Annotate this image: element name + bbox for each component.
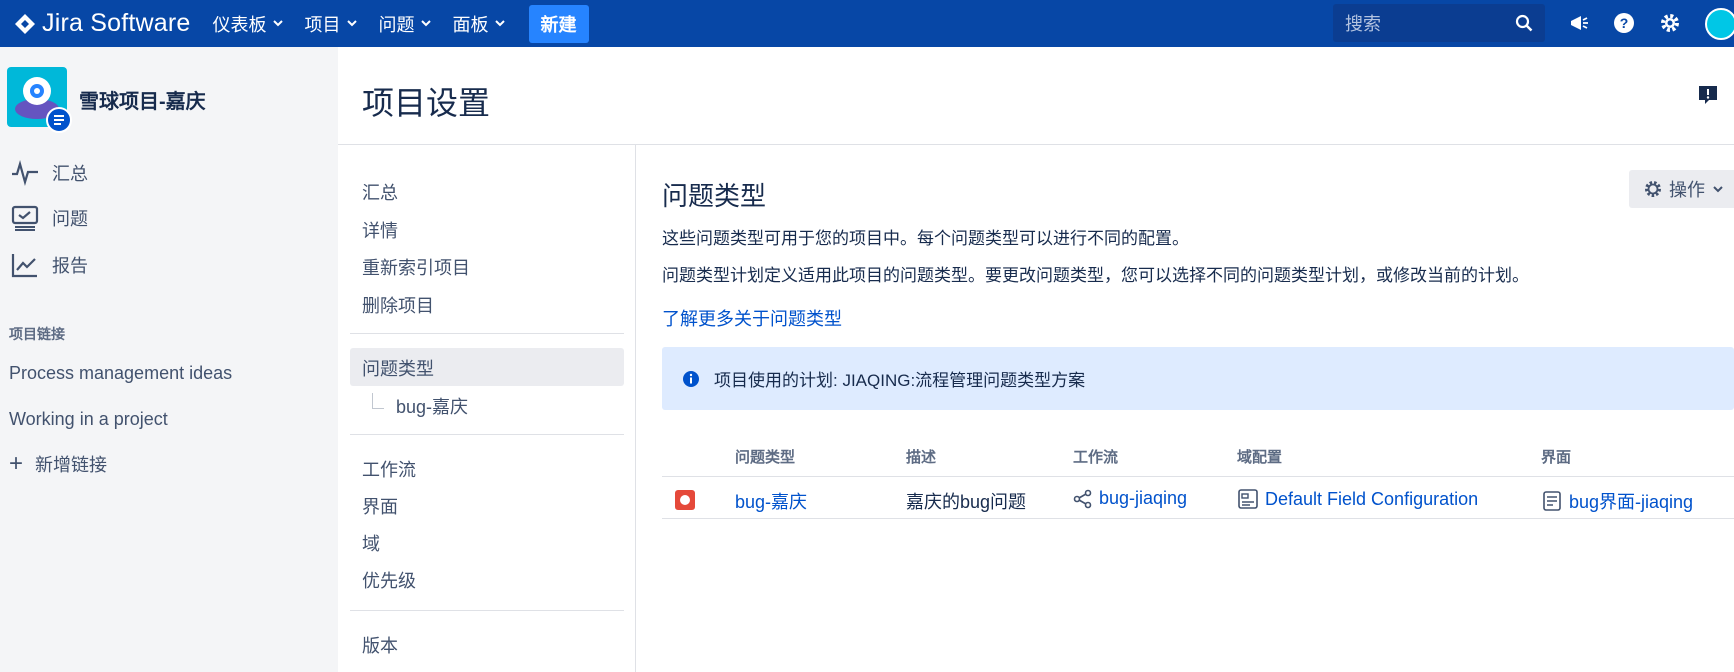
actions-label: 操作 (1669, 180, 1705, 200)
sidebar-item-label: 汇总 (52, 164, 88, 184)
table-header-divider (662, 476, 1734, 477)
info-icon (683, 370, 699, 387)
issue-type-description: 嘉庆的bug问题 (906, 492, 1027, 512)
settings-nav-issue-types-label: 问题类型 (362, 359, 434, 379)
info-message: 项目使用的计划: JIAQING:流程管理问题类型方案 (662, 347, 1734, 410)
screen-label: bug界面-jiaqing (1569, 492, 1694, 512)
nav-divider (350, 333, 624, 334)
sidebar-item-label: 报告 (52, 256, 88, 276)
reports-icon (11, 254, 37, 278)
project-name[interactable]: 雪球项目-嘉庆 (79, 85, 206, 114)
nav-boards[interactable]: 面板 (453, 0, 505, 47)
create-button[interactable]: 新建 (528, 4, 589, 43)
nav-divider (350, 610, 624, 611)
sub-item-label: bug-嘉庆 (396, 397, 469, 417)
column-header-type: 问题类型 (735, 449, 796, 466)
chevron-down-icon (272, 20, 283, 27)
settings-nav-fields[interactable]: 域 (362, 530, 380, 556)
top-navigation-bar: Jira Software 仪表板 项目 问题 面板 新建 搜索 ? (0, 0, 1734, 47)
gear-icon[interactable] (1658, 11, 1682, 35)
settings-nav-priorities[interactable]: 优先级 (362, 567, 416, 593)
nav-dashboards[interactable]: 仪表板 (213, 0, 283, 47)
svg-text:?: ? (1620, 15, 1629, 31)
add-link-button[interactable]: + 新增链接 (9, 451, 107, 477)
actions-button[interactable]: 操作 (1629, 170, 1734, 208)
jira-logo[interactable]: Jira Software (14, 0, 191, 47)
issue-type-link[interactable]: bug-嘉庆 (735, 488, 807, 514)
settings-nav-sub-item[interactable]: bug-嘉庆 (372, 393, 468, 419)
project-links-heading: 项目链接 (9, 326, 65, 342)
column-header-description: 描述 (906, 449, 937, 466)
workflow-link[interactable]: bug-jiaqing (1073, 488, 1187, 509)
description-text: 这些问题类型可用于您的项目中。每个问题类型可以进行不同的配置。 (662, 229, 1189, 248)
project-sidebar: 雪球项目-嘉庆 汇总 问题 报告 项目链接 Process management… (0, 47, 338, 672)
learn-more-link[interactable]: 了解更多关于问题类型 (662, 305, 842, 331)
project-link[interactable]: Process management ideas (9, 363, 232, 384)
project-link[interactable]: Working in a project (9, 409, 168, 430)
description-text: 问题类型计划定义适用此项目的问题类型。要更改问题类型，您可以选择不同的问题类型计… (662, 266, 1529, 285)
sidebar-item-summary[interactable]: 汇总 (10, 158, 88, 188)
settings-nav-reindex[interactable]: 重新索引项目 (362, 254, 470, 280)
project-settings-nav: 汇总 详情 重新索引项目 删除项目 问题类型 bug-嘉庆 工作流 界面 域 优… (338, 145, 636, 672)
help-icon[interactable]: ? (1612, 11, 1636, 35)
screen-icon (1543, 491, 1561, 511)
settings-nav-details[interactable]: 详情 (362, 217, 398, 243)
search-icon (1515, 14, 1533, 32)
nav-projects[interactable]: 项目 (305, 0, 357, 47)
bug-icon (675, 490, 695, 510)
settings-nav-delete[interactable]: 删除项目 (362, 292, 434, 318)
chevron-down-icon (1713, 185, 1723, 192)
field-configuration-icon (1238, 489, 1258, 509)
nav-issues-label: 问题 (378, 14, 415, 35)
feedback-icon[interactable] (1697, 84, 1719, 106)
document-icon (54, 115, 64, 125)
column-header-workflow: 工作流 (1073, 449, 1119, 466)
nav-dashboards-label: 仪表板 (212, 14, 267, 35)
issues-icon (11, 205, 39, 231)
column-header-field-config: 域配置 (1237, 449, 1283, 466)
megaphone-icon[interactable] (1567, 11, 1591, 35)
project-type-badge (46, 107, 72, 133)
settings-nav-versions[interactable]: 版本 (362, 632, 398, 658)
info-message-text: 项目使用的计划: JIAQING:流程管理问题类型方案 (714, 371, 1086, 390)
nav-boards-label: 面板 (452, 14, 489, 35)
screen-link[interactable]: bug界面-jiaqing (1541, 488, 1693, 514)
chevron-down-icon (346, 20, 357, 27)
tree-connector (372, 393, 384, 409)
nav-issues[interactable]: 问题 (379, 0, 431, 47)
table-row-divider (662, 518, 1734, 519)
chevron-down-icon (420, 20, 431, 27)
settings-nav-screens[interactable]: 界面 (362, 493, 398, 519)
settings-nav-workflows[interactable]: 工作流 (362, 456, 416, 482)
page-title: 项目设置 (362, 85, 491, 121)
jira-logo-icon (15, 13, 35, 34)
sidebar-item-label: 问题 (52, 209, 88, 229)
search-placeholder: 搜索 (1345, 14, 1381, 34)
settings-nav-summary[interactable]: 汇总 (362, 179, 398, 205)
field-config-label: Default Field Configuration (1265, 488, 1479, 509)
workflow-icon (1073, 489, 1092, 508)
nav-divider (350, 434, 624, 435)
user-avatar[interactable] (1705, 8, 1734, 40)
activity-icon (12, 160, 38, 186)
nav-projects-label: 项目 (304, 14, 341, 35)
workflow-label: bug-jiaqing (1099, 488, 1188, 508)
plus-icon: + (9, 450, 24, 477)
add-link-label: 新增链接 (35, 455, 108, 475)
chevron-down-icon (494, 20, 505, 27)
app-name: Jira Software (42, 9, 191, 37)
column-header-screen: 界面 (1541, 449, 1572, 466)
sidebar-item-reports[interactable]: 报告 (10, 250, 88, 280)
section-title: 问题类型 (662, 181, 767, 211)
sidebar-item-issues[interactable]: 问题 (10, 203, 88, 233)
field-config-link[interactable]: Default Field Configuration (1237, 488, 1478, 510)
gear-icon (1645, 181, 1661, 197)
search-input[interactable]: 搜索 (1333, 4, 1545, 42)
